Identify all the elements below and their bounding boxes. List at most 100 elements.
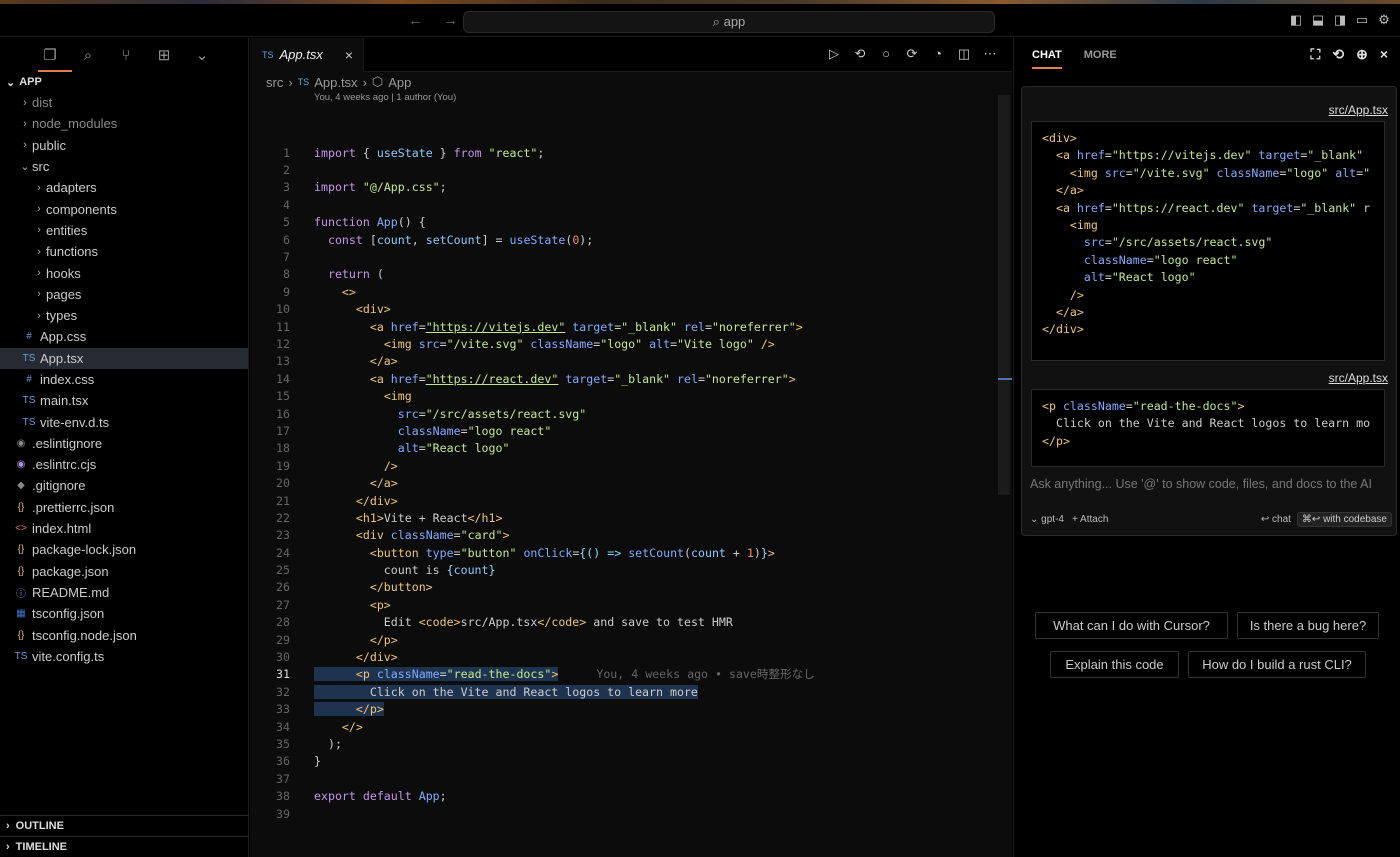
suggestion-button[interactable]: What can I do with Cursor? xyxy=(1035,612,1228,639)
tab-app-tsx[interactable]: TS App.tsx × xyxy=(250,37,364,72)
toggle-sidebar-icon[interactable]: ◧ xyxy=(1288,12,1304,28)
json-file-icon: {} xyxy=(17,629,25,641)
more-icon[interactable]: ⋯ xyxy=(982,46,998,62)
suggestion-button[interactable]: Is there a bug here? xyxy=(1237,612,1379,639)
git-file-icon: ◆ xyxy=(17,480,25,492)
chevron-right-icon: › xyxy=(23,139,27,152)
tree-item[interactable]: › types xyxy=(0,305,248,326)
command-center[interactable]: ⌕ app xyxy=(463,11,995,33)
tree-item[interactable]: ⓘ README.md xyxy=(0,582,248,603)
tree-item-label: tsconfig.node.json xyxy=(32,627,137,643)
code-line: 23 <div className="card"> xyxy=(276,528,510,543)
tree-item-label: node_modules xyxy=(32,116,118,132)
tab-chat[interactable]: CHAT xyxy=(1032,49,1062,69)
chevron-down-icon: ⌄ xyxy=(6,76,16,89)
code-line: 39 xyxy=(276,806,290,821)
code-context-file-link[interactable]: src/App.tsx xyxy=(1329,103,1388,117)
code-context-file-link[interactable]: src/App.tsx xyxy=(1329,371,1388,385)
tree-item[interactable]: ⌄ src xyxy=(0,156,248,177)
component-icon: ⬡ xyxy=(371,74,384,89)
tree-item[interactable]: ◆ .gitignore xyxy=(0,475,248,496)
tree-item[interactable]: › components xyxy=(0,198,248,219)
attach-button[interactable]: + Attach xyxy=(1072,514,1108,525)
blame-header[interactable]: You, 4 weeks ago | 1 author (You) xyxy=(250,92,1012,106)
settings-gear-icon[interactable]: ⚙ xyxy=(1376,12,1392,28)
code-editor[interactable]: 1 import { useState } from "react"; 2 3 im… xyxy=(250,144,1000,822)
tree-item[interactable]: › entities xyxy=(0,220,248,241)
breadcrumb-src[interactable]: src xyxy=(266,75,283,90)
tree-item[interactable]: ▦ tsconfig.json xyxy=(0,603,248,624)
code-line: 24 <button type="button" onClick={() => … xyxy=(276,545,775,560)
tree-item[interactable]: TS vite-env.d.ts xyxy=(0,411,248,432)
toggle-secondary-sidebar-icon[interactable]: ◨ xyxy=(1332,12,1348,28)
tree-item[interactable]: › public xyxy=(0,135,248,156)
suggestion-button[interactable]: Explain this code xyxy=(1050,651,1179,678)
chevron-right-icon: › xyxy=(362,74,367,90)
tree-item[interactable]: › adapters xyxy=(0,177,248,198)
timeline-label: TIMELINE xyxy=(15,841,68,853)
split-editor-icon[interactable]: ◫ xyxy=(956,46,972,62)
chevron-down-icon[interactable]: ⌄ xyxy=(192,45,212,65)
chat-input-panel: src/App.tsx <div> <a href="https://vitej… xyxy=(1021,86,1397,536)
tree-item[interactable]: {} package-lock.json xyxy=(0,539,248,560)
ts-file-icon: TS xyxy=(22,416,36,428)
chat-icon[interactable]: ▭ xyxy=(1354,12,1370,28)
search-icon[interactable]: ⌕ xyxy=(78,45,98,65)
code-line: 36} xyxy=(276,754,321,769)
tree-item-label: index.html xyxy=(32,521,92,537)
breadcrumb-file[interactable]: App.tsx xyxy=(314,75,357,90)
maximize-icon[interactable]: ⛶ xyxy=(1311,46,1321,63)
tree-item[interactable]: {} .prettierrc.json xyxy=(0,497,248,518)
tree-item[interactable]: ◉ .eslintignore xyxy=(0,433,248,454)
toggle-panel-icon[interactable]: ⬓ xyxy=(1310,12,1326,28)
tree-item[interactable]: › hooks xyxy=(0,262,248,283)
chevron-right-icon: › xyxy=(23,117,27,130)
tree-item[interactable]: # index.css xyxy=(0,369,248,390)
codebase-submit-button[interactable]: ⌘↩ with codebase xyxy=(1296,512,1392,527)
code-line: 14 <a href="https://react.dev" target="_… xyxy=(276,371,796,386)
tree-item[interactable]: › functions xyxy=(0,241,248,262)
explorer-root[interactable]: ⌄ APP xyxy=(0,72,248,92)
editor-scrollbar[interactable] xyxy=(998,95,1010,495)
tree-item-label: .eslintrc.cjs xyxy=(32,457,97,473)
inline-blame[interactable]: You, 4 weeks ago • save時整形なし xyxy=(596,667,815,681)
tree-item-label: src xyxy=(32,159,50,175)
tree-item[interactable]: {} package.json xyxy=(0,561,248,582)
circle-icon[interactable]: ○ xyxy=(878,46,894,62)
chat-input[interactable]: Ask anything... Use '@' to show code, fi… xyxy=(1030,475,1390,493)
tab-more[interactable]: MORE xyxy=(1084,49,1117,61)
tree-item[interactable]: <> index.html xyxy=(0,518,248,539)
code-line: 3 import "@/App.css"; xyxy=(283,180,447,195)
tree-item[interactable]: TS App.tsx xyxy=(0,347,248,369)
timeline-icon[interactable]: ◔ xyxy=(930,46,946,62)
tree-item[interactable]: # App.css xyxy=(0,326,248,347)
tree-item[interactable]: TS vite.config.ts xyxy=(0,646,248,667)
close-icon[interactable]: × xyxy=(345,47,353,63)
go-back-icon[interactable]: ⟲ xyxy=(852,46,868,62)
timeline-section[interactable]: › TIMELINE xyxy=(0,836,249,857)
run-icon[interactable]: ▷ xyxy=(826,46,842,62)
outline-section[interactable]: › OUTLINE xyxy=(0,815,249,836)
chat-submit-button[interactable]: ↩ chat xyxy=(1261,514,1291,525)
nav-arrows[interactable]: ← → xyxy=(408,12,466,29)
tree-item-label: .prettierrc.json xyxy=(32,499,115,515)
files-icon[interactable]: ❐ xyxy=(40,45,60,65)
code-line: 15 <img xyxy=(276,389,412,404)
extensions-icon[interactable]: ⊞ xyxy=(154,45,174,65)
tree-item[interactable]: › dist xyxy=(0,92,248,113)
tree-item[interactable]: › node_modules xyxy=(0,113,248,134)
tree-item[interactable]: TS main.tsx xyxy=(0,390,248,411)
history-icon[interactable]: ⟲ xyxy=(1332,46,1344,63)
source-control-icon[interactable]: ⑂ xyxy=(116,45,136,65)
go-forward-icon[interactable]: ⟳ xyxy=(904,46,920,62)
close-icon[interactable]: × xyxy=(1380,46,1388,63)
breadcrumb-symbol[interactable]: App xyxy=(388,75,411,90)
model-selector[interactable]: ⌄ gpt-4 xyxy=(1030,514,1064,525)
tree-item[interactable]: › pages xyxy=(0,284,248,305)
new-chat-icon[interactable]: ⊕ xyxy=(1356,46,1368,63)
suggestion-button[interactable]: How do I build a rust CLI? xyxy=(1188,651,1366,678)
tree-item[interactable]: {} tsconfig.node.json xyxy=(0,624,248,645)
tree-item[interactable]: ◉ .eslintrc.cjs xyxy=(0,454,248,475)
active-view-indicator xyxy=(38,70,72,72)
outline-label: OUTLINE xyxy=(15,820,64,832)
